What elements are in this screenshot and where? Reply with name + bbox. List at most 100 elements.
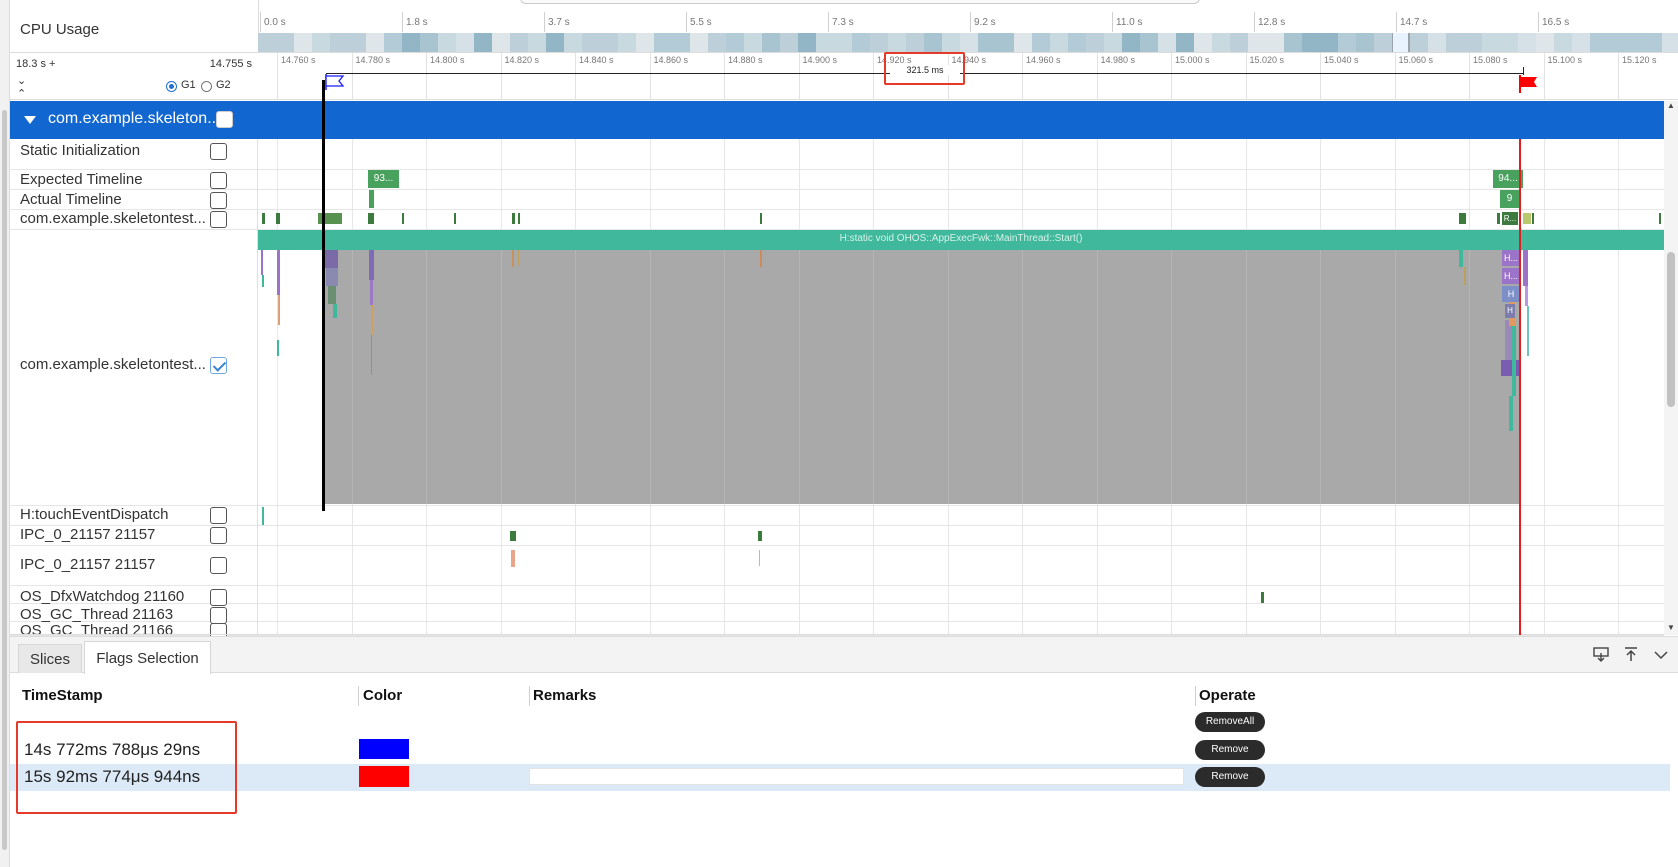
cpu-usage-cell: [1284, 33, 1302, 52]
g1-radio[interactable]: [166, 81, 177, 92]
tab-slices[interactable]: Slices: [18, 644, 82, 673]
track-label: IPC_0_21157 21157: [20, 556, 156, 573]
callstack-slice[interactable]: [1464, 267, 1466, 285]
callstack-slice[interactable]: [333, 304, 337, 318]
track-checkbox[interactable]: [210, 211, 227, 228]
thread-slice[interactable]: [368, 213, 374, 224]
thread-slice[interactable]: [1532, 213, 1534, 224]
track-checkbox[interactable]: [210, 557, 227, 574]
thread-slice[interactable]: [1659, 213, 1661, 224]
expected-frame-left[interactable]: 93...: [368, 170, 399, 188]
search-bar-edge[interactable]: [520, 0, 1200, 4]
collapse-chevron-icon[interactable]: ⌃: [17, 87, 26, 100]
thread-slice[interactable]: [1497, 213, 1500, 224]
track-checkbox[interactable]: [210, 589, 227, 606]
table-row[interactable]: [10, 738, 1670, 764]
callstack-slice[interactable]: [262, 275, 264, 287]
track-checkbox[interactable]: [210, 527, 227, 544]
callstack-slice[interactable]: [323, 250, 338, 268]
thread-slice[interactable]: [1459, 213, 1466, 224]
callstack-slice[interactable]: [326, 268, 338, 286]
expand-chevron-icon[interactable]: ⌄: [17, 74, 26, 87]
callstack-slice[interactable]: [371, 305, 373, 335]
dfx-slice[interactable]: [1261, 592, 1264, 603]
callstack-slice[interactable]: [261, 250, 263, 275]
actual-frame-left[interactable]: [369, 190, 374, 208]
export-icon[interactable]: [1592, 645, 1610, 663]
thread-slice[interactable]: [518, 213, 520, 224]
thread-slice[interactable]: [512, 213, 515, 224]
track-label: IPC_0_21157 21157: [20, 526, 156, 543]
fine-tick-line: [1022, 53, 1023, 100]
row-1-color-swatch[interactable]: [359, 739, 409, 759]
thread-slice[interactable]: [760, 213, 762, 224]
process-banner[interactable]: [10, 101, 1664, 139]
actual-frame-right[interactable]: 9: [1500, 190, 1519, 208]
track-checkbox[interactable]: [210, 172, 227, 189]
ipc-slice-4[interactable]: [759, 550, 760, 566]
callstack-slice[interactable]: [518, 250, 519, 265]
callstack-slice[interactable]: [371, 335, 372, 375]
fine-tick-label: 14.760 s: [281, 55, 316, 65]
red-flag-icon[interactable]: [1516, 74, 1540, 94]
touch-slice[interactable]: [262, 507, 264, 525]
cpu-usage-cell: [906, 33, 924, 52]
row-2-color-swatch[interactable]: [359, 766, 409, 787]
callstack-slice[interactable]: [369, 250, 374, 280]
cpu-usage-cell: [1572, 33, 1590, 52]
track-label-divider: [257, 229, 258, 505]
overlay-grid-line: [1245, 250, 1247, 504]
callstack-slice[interactable]: [1459, 250, 1463, 267]
callstack-slice[interactable]: [512, 250, 514, 267]
track-checkbox[interactable]: [210, 507, 227, 524]
ipc-slice-3[interactable]: [511, 550, 515, 567]
callstack-slice[interactable]: [277, 250, 280, 295]
callstack-slice[interactable]: [760, 250, 762, 267]
thread-slice[interactable]: [276, 213, 280, 224]
g2-radio[interactable]: [201, 81, 212, 92]
callstack-slice[interactable]: [1527, 306, 1529, 356]
callstack-slice[interactable]: [370, 280, 373, 305]
blue-flag-icon[interactable]: [323, 73, 347, 91]
cpu-usage-cell: [1374, 33, 1392, 52]
left-scrollbar-thumb[interactable]: [2, 110, 7, 850]
callstack-slice[interactable]: [1512, 326, 1516, 396]
callstack-slice[interactable]: [278, 295, 280, 325]
callstack-slice[interactable]: [277, 340, 279, 356]
ipc-slice-1[interactable]: [510, 531, 516, 541]
stack-slice-h4[interactable]: H: [1505, 304, 1515, 318]
thread-slice[interactable]: [454, 213, 456, 224]
thread-slice[interactable]: [1523, 213, 1531, 224]
callstack-slice[interactable]: [1501, 360, 1519, 376]
tab-flags-selection[interactable]: Flags Selection: [84, 641, 211, 674]
scroll-up-arrow-icon[interactable]: ▲: [1667, 101, 1675, 110]
ipc-slice-2[interactable]: [758, 531, 762, 541]
process-checkbox[interactable]: [216, 111, 233, 128]
callstack-slice[interactable]: [1525, 286, 1528, 306]
collapse-panel-icon[interactable]: [1653, 648, 1669, 662]
overlay-grid-line: [500, 250, 502, 504]
stack-slice-h3[interactable]: H: [1502, 286, 1520, 302]
thread-slice[interactable]: [262, 213, 265, 224]
row-2-remove-button[interactable]: Remove: [1195, 767, 1265, 787]
track-checkbox[interactable]: [210, 607, 227, 624]
scroll-down-arrow-icon[interactable]: ▼: [1667, 623, 1675, 632]
callstack-slice[interactable]: [328, 286, 336, 304]
thread-slice-r[interactable]: R...: [1502, 212, 1518, 225]
callstack-slice[interactable]: [1509, 396, 1513, 431]
track-checkbox[interactable]: [210, 192, 227, 209]
callstack-slice[interactable]: [1523, 250, 1528, 286]
track-scrollbar-thumb[interactable]: [1667, 252, 1675, 407]
remove-all-button[interactable]: RemoveAll: [1195, 712, 1265, 732]
row-1-remove-button[interactable]: Remove: [1195, 740, 1265, 760]
track-checkbox[interactable]: [210, 357, 227, 374]
stack-slice-h1[interactable]: H...: [1502, 250, 1520, 266]
row-2-remarks-input[interactable]: [529, 768, 1184, 785]
process-collapse-triangle-icon[interactable]: [24, 116, 36, 124]
thread-slice[interactable]: [402, 213, 404, 224]
track-checkbox[interactable]: [210, 143, 227, 160]
track-label: Static Initialization: [20, 142, 141, 159]
stack-slice-h2[interactable]: H...: [1502, 268, 1520, 284]
left-scroll-gutter[interactable]: [0, 0, 10, 867]
move-top-icon[interactable]: [1622, 645, 1640, 663]
